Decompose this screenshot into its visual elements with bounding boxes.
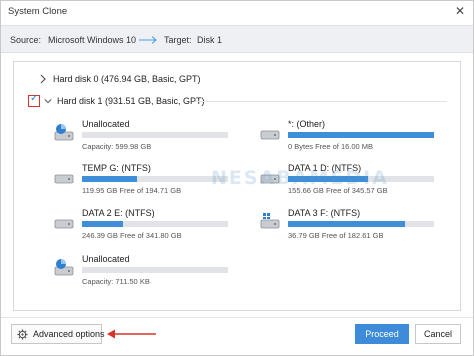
disk-1-divider [195, 101, 447, 102]
system-clone-window: System Clone ✕ Source: Microsoft Windows… [0, 0, 474, 356]
partition-usage-bar [82, 132, 228, 138]
checkmark-icon: ✓ [30, 93, 39, 104]
window-title: System Clone [8, 6, 68, 17]
partition-capacity: Capacity: 711.50 KB [82, 277, 150, 286]
source-label: Source: [10, 35, 42, 45]
partition-usage-fill [82, 221, 123, 227]
partition-usage-bar [288, 221, 434, 227]
partition-data3-f[interactable]: DATA 3 F: (NTFS) 36.79 GB Free of 182.61… [259, 208, 444, 242]
drive-icon [260, 130, 280, 140]
title-bar: System Clone ✕ [1, 1, 473, 23]
disk-1-checkbox[interactable]: ✓ [28, 93, 40, 107]
partition-usage-bar [82, 221, 228, 227]
chevron-down-icon[interactable] [44, 96, 52, 106]
arrow-right-icon [139, 36, 157, 44]
partition-capacity: 246.39 GB Free of 341.80 GB [82, 231, 182, 240]
partition-usage-bar [82, 176, 228, 182]
partition-usage-fill [288, 221, 405, 227]
partition-other[interactable]: *: (Other) 0 Bytes Free of 16.00 MB [259, 119, 444, 153]
partition-capacity: 36.79 GB Free of 182.61 GB [288, 231, 384, 240]
disk-1-label[interactable]: Hard disk 1 (931.51 GB, Basic, GPT) [57, 96, 205, 110]
partition-capacity: 0 Bytes Free of 16.00 MB [288, 142, 374, 151]
cancel-button[interactable]: Cancel [415, 324, 461, 344]
windows-drive-icon [260, 213, 280, 229]
close-icon[interactable]: ✕ [455, 4, 465, 18]
disk-0-label[interactable]: Hard disk 0 (476.94 GB, Basic, GPT) [53, 74, 201, 88]
watermark: NESABAMEDIA [211, 167, 389, 189]
partition-name: Unallocated [82, 254, 130, 264]
target-value: Disk 1 [197, 35, 223, 45]
source-value: Microsoft Windows 10 [48, 35, 137, 45]
partition-unallocated-2[interactable]: Unallocated Capacity: 711.50 KB [53, 254, 238, 288]
partition-data2-e[interactable]: DATA 2 E: (NTFS) 246.39 GB Free of 341.8… [53, 208, 238, 242]
partition-name: *: (Other) [288, 119, 326, 129]
clone-source-target-bar: Source: Microsoft Windows 10 Target: Dis… [1, 25, 473, 53]
partition-name: Unallocated [82, 119, 130, 129]
advanced-options-label: Advanced options [33, 329, 105, 339]
target-label: Target: [164, 35, 192, 45]
unallocated-disk-icon [54, 124, 74, 141]
partition-unallocated-1[interactable]: Unallocated Capacity: 599.98 GB [53, 119, 238, 153]
footer-divider [1, 317, 473, 318]
drive-icon [54, 174, 74, 184]
partition-usage-fill [288, 132, 434, 138]
partition-name: DATA 3 F: (NTFS) [288, 208, 361, 218]
partition-usage-fill [82, 176, 138, 182]
partition-usage-bar [82, 267, 228, 273]
partition-name: TEMP G: (NTFS) [82, 163, 151, 173]
partition-name: DATA 2 E: (NTFS) [82, 208, 155, 218]
partition-capacity: 119.95 GB Free of 194.71 GB [82, 186, 182, 195]
partition-usage-bar [288, 132, 434, 138]
annotation-arrow-icon [107, 329, 156, 339]
partition-capacity: Capacity: 599.98 GB [82, 142, 152, 151]
unallocated-disk-icon [54, 259, 74, 276]
gear-icon [17, 329, 28, 340]
proceed-button[interactable]: Proceed [355, 324, 409, 344]
drive-icon [54, 219, 74, 229]
chevron-right-icon[interactable] [39, 74, 47, 84]
advanced-options-button[interactable]: Advanced options [11, 324, 105, 344]
